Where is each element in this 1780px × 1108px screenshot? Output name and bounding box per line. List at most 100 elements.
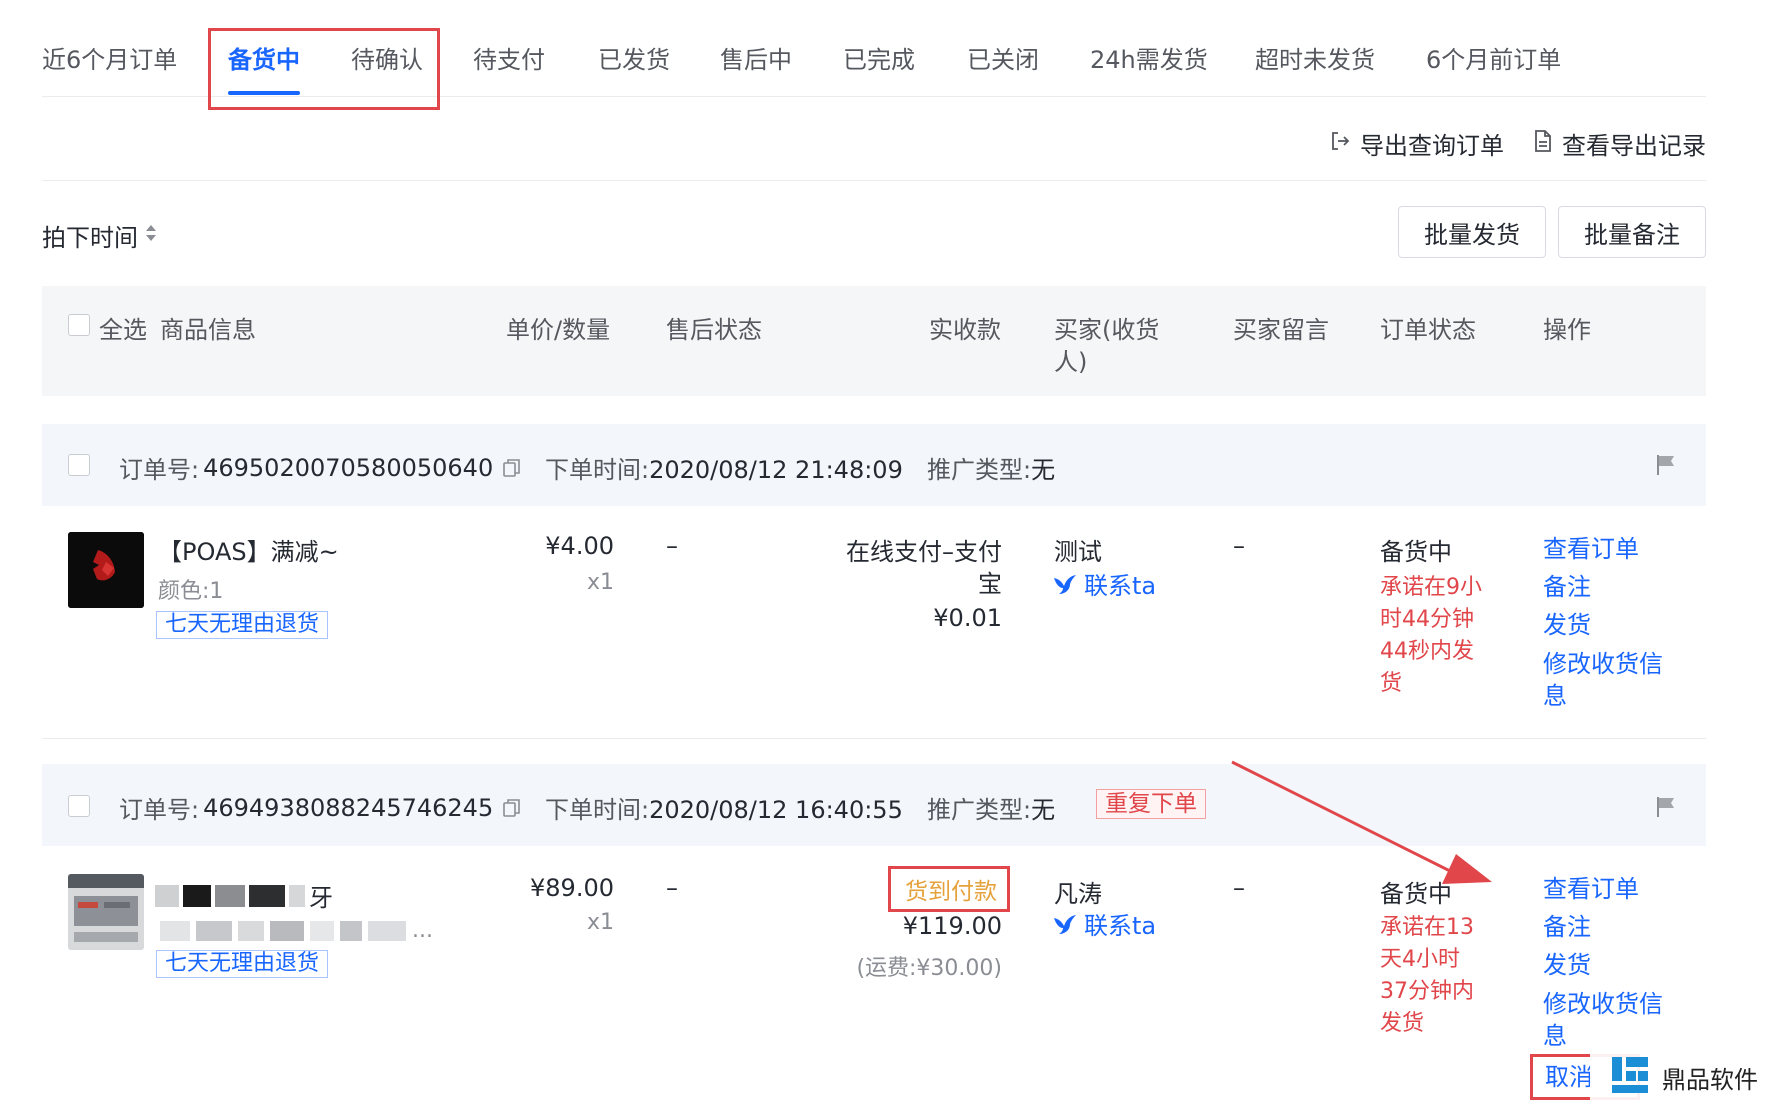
order-time-label: 下单时间:	[545, 456, 650, 484]
unit-price: ¥89.00	[530, 874, 614, 902]
contact-buyer-link[interactable]: 联系ta	[1052, 910, 1156, 942]
redaction-block	[183, 884, 211, 907]
redaction-block	[368, 920, 406, 941]
annotation-arrow	[1231, 760, 1492, 884]
order-number-value: 4695020070580050640	[203, 453, 494, 482]
export-icon	[1328, 129, 1352, 159]
order-time-label: 下单时间:	[545, 796, 650, 824]
export-orders-link[interactable]: 导出查询订单	[1328, 126, 1504, 161]
contact-buyer-label: 联系ta	[1084, 572, 1157, 600]
tab-shipped[interactable]: 已发货	[598, 40, 670, 75]
sort-by-time[interactable]: 拍下时间	[42, 218, 158, 253]
tab-closed[interactable]: 已关闭	[967, 40, 1039, 75]
brand-name: 鼎品软件	[1662, 1065, 1758, 1094]
order-time-value: 2020/08/12 21:48:09	[649, 456, 903, 484]
sort-caret-icon	[144, 222, 158, 250]
ship-promise-line: 时44分钟	[1380, 607, 1474, 632]
section-divider	[42, 180, 1706, 181]
tab-older-orders[interactable]: 6个月前订单	[1426, 40, 1561, 75]
tab-recent-6-months[interactable]: 近6个月订单	[42, 40, 177, 75]
ship-promise-line: 天4小时	[1380, 947, 1460, 972]
order-time-value: 2020/08/12 16:40:55	[649, 796, 903, 824]
product-sku: ...	[412, 918, 433, 943]
note-link[interactable]: 备注	[1543, 568, 1663, 606]
tab-overdue-ship[interactable]: 超时未发货	[1255, 40, 1375, 75]
order-time: 下单时间:2020/08/12 21:48:09	[545, 450, 903, 485]
edit-address-link[interactable]: 修改收货信	[1543, 648, 1663, 680]
batch-note-button[interactable]: 批量备注	[1558, 206, 1706, 258]
ship-promise: 承诺在9小 时44分钟 44秒内发 货	[1380, 572, 1482, 700]
header-price-qty: 单价/数量	[506, 316, 611, 344]
return-policy-tag: 七天无理由退货	[156, 950, 329, 978]
ship-promise-line: 承诺在13	[1380, 915, 1474, 940]
tab-after-sale[interactable]: 售后中	[720, 40, 792, 75]
order-time: 下单时间:2020/08/12 16:40:55	[545, 790, 903, 825]
redaction-block	[289, 884, 305, 907]
after-sale-status: –	[666, 532, 678, 560]
product-title[interactable]: 【POAS】满减~	[158, 532, 339, 567]
promo-type-value: 无	[1031, 456, 1056, 484]
product-title-redacted[interactable]: 牙	[155, 878, 333, 913]
return-policy-tag: 七天无理由退货	[156, 611, 329, 639]
ship-promise-line: 发货	[1380, 1011, 1425, 1036]
order-checkbox[interactable]	[68, 454, 90, 476]
header-after-sale: 售后状态	[666, 316, 762, 344]
product-thumbnail[interactable]	[68, 532, 144, 608]
unit-price: ¥4.00	[545, 532, 614, 560]
ship-link[interactable]: 发货	[1543, 606, 1663, 644]
redaction-block	[340, 920, 362, 941]
select-all-label: 全选	[99, 316, 147, 344]
header-order-status: 订单状态	[1380, 316, 1476, 344]
order-number-value: 4694938088245746245	[203, 793, 494, 822]
tab-24h-ship[interactable]: 24h需发货	[1090, 40, 1208, 75]
select-all-checkbox[interactable]	[68, 314, 90, 336]
redaction-block	[249, 884, 285, 907]
copy-icon[interactable]	[501, 457, 523, 479]
header-operation: 操作	[1543, 316, 1591, 344]
tab-completed[interactable]: 已完成	[843, 40, 915, 75]
order-number-label: 订单号:	[119, 796, 200, 824]
header-buyer-line2: 人)	[1054, 348, 1088, 376]
copy-icon[interactable]	[501, 797, 523, 819]
flag-icon[interactable]	[1654, 453, 1678, 481]
redaction-block	[238, 920, 264, 941]
view-order-link[interactable]: 查看订单	[1543, 530, 1663, 568]
after-sale-status: –	[666, 874, 678, 902]
freight-amount: (运费:¥30.00)	[856, 956, 1002, 981]
view-export-records-label: 查看导出记录	[1562, 132, 1706, 160]
payment-method-cod: 货到付款	[888, 866, 1010, 912]
header-received: 实收款	[929, 316, 1001, 344]
order-actions: 查看订单 备注 发货 修改收货信 息	[1543, 530, 1663, 712]
ship-promise-line: 承诺在9小	[1380, 575, 1482, 600]
promo-type: 推广类型:无	[927, 450, 1055, 485]
redaction-block	[215, 884, 245, 907]
ship-promise-line: 货	[1380, 671, 1403, 696]
flag-icon[interactable]	[1654, 795, 1678, 823]
header-product-info: 商品信息	[160, 316, 256, 344]
edit-address-link-cont[interactable]: 息	[1543, 680, 1663, 712]
redaction-block	[196, 920, 232, 941]
document-icon	[1532, 129, 1554, 159]
redaction-block	[160, 920, 190, 941]
order-status: 备货中	[1380, 538, 1452, 566]
tab-pending-payment[interactable]: 待支付	[473, 40, 545, 75]
edit-address-link[interactable]: 修改收货信	[1543, 988, 1663, 1020]
product-sku: 颜色:1	[158, 579, 224, 604]
order-number: 订单号: 4695020070580050640	[119, 450, 523, 485]
highlight-box-tabs	[208, 28, 440, 110]
header-buyer-line1: 买家(收货	[1054, 316, 1160, 344]
duplicate-order-badge: 重复下单	[1096, 789, 1206, 819]
order-checkbox[interactable]	[68, 795, 90, 817]
batch-ship-button[interactable]: 批量发货	[1398, 206, 1546, 258]
ship-link[interactable]: 发货	[1543, 946, 1663, 984]
buyer-name: 测试	[1054, 538, 1102, 566]
view-export-records-link[interactable]: 查看导出记录	[1532, 126, 1706, 161]
ship-promise-line: 37分钟内	[1380, 979, 1474, 1004]
note-link[interactable]: 备注	[1543, 908, 1663, 946]
chat-bird-icon	[1052, 912, 1078, 940]
product-thumbnail[interactable]	[68, 874, 144, 950]
contact-buyer-link[interactable]: 联系ta	[1052, 570, 1156, 602]
view-order-link[interactable]: 查看订单	[1543, 870, 1663, 908]
ship-promise: 承诺在13 天4小时 37分钟内 发货	[1380, 912, 1474, 1040]
quantity: x1	[586, 570, 614, 595]
